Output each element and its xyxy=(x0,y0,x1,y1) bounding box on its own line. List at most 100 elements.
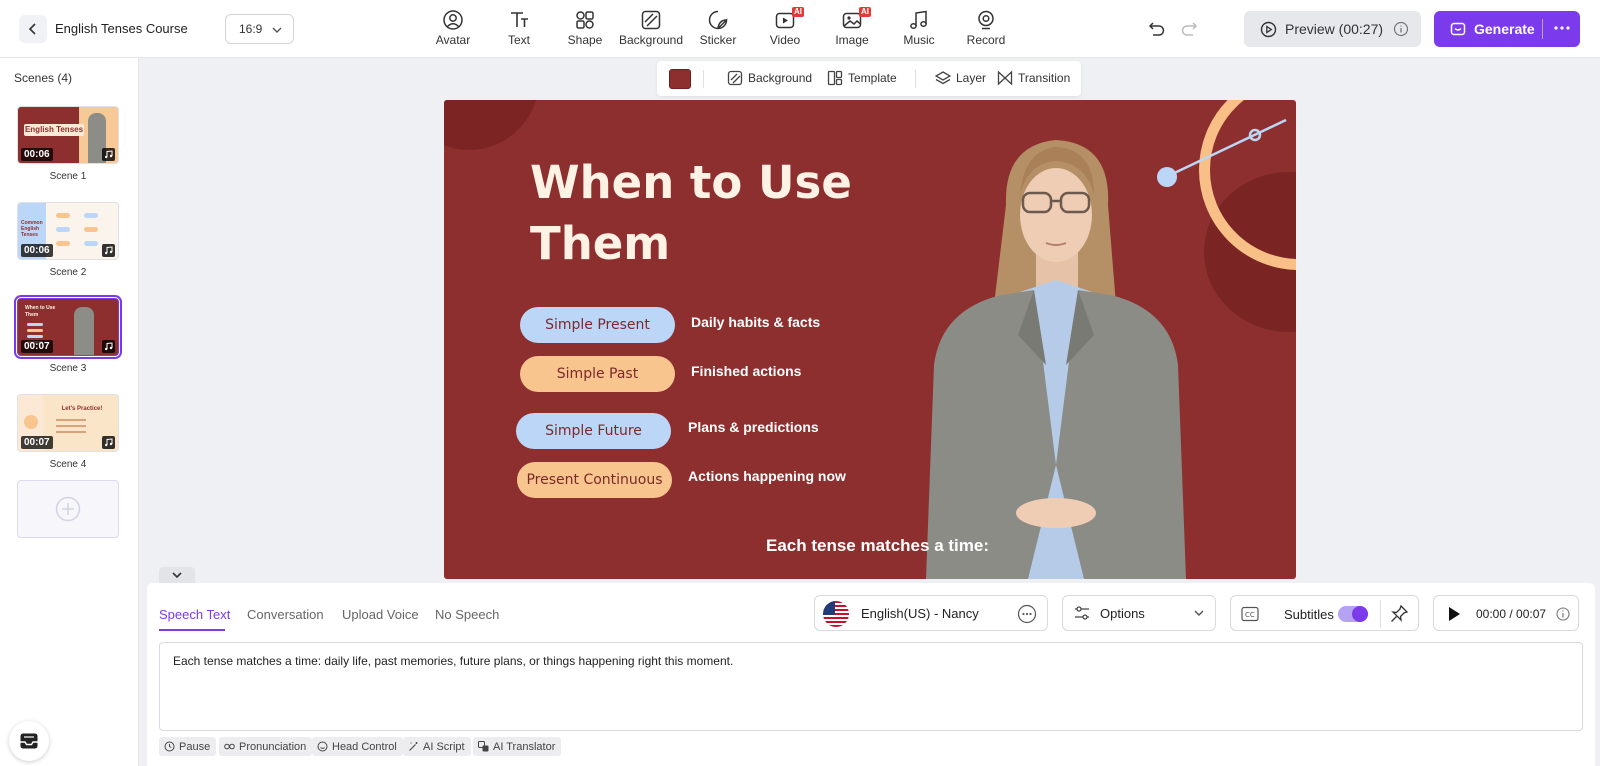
back-button[interactable] xyxy=(19,15,47,43)
tense-pill[interactable]: Present Continuous xyxy=(517,462,672,498)
info-icon[interactable] xyxy=(1556,607,1570,621)
speech-panel: Speech Text Conversation Upload Voice No… xyxy=(147,583,1595,766)
scene-label: Scene 1 xyxy=(49,171,87,182)
add-scene-button[interactable] xyxy=(17,480,119,538)
scene-item-1[interactable]: English Tenses 00:06 Scene 1 xyxy=(17,106,119,182)
scene-label: Scene 2 xyxy=(49,267,87,278)
divider xyxy=(1380,600,1381,628)
play-icon[interactable] xyxy=(1446,606,1462,622)
preview-label: Preview (00:27) xyxy=(1285,21,1384,37)
slide-title[interactable]: When to Use Them xyxy=(530,152,890,274)
layer-label: Layer xyxy=(956,71,987,85)
scene-thumbnail: Let's Practice! 00:07 xyxy=(17,394,119,452)
translate-icon xyxy=(478,741,489,752)
divider xyxy=(1542,19,1543,39)
music-note-icon xyxy=(102,340,115,353)
tool-text[interactable]: Text xyxy=(484,9,554,49)
thumb-title: When to Use Them xyxy=(25,305,56,318)
tool-background[interactable]: Background xyxy=(616,9,686,49)
music-note-icon xyxy=(102,148,115,161)
tool-label: Sticker xyxy=(699,33,737,47)
transition-button[interactable]: Transition xyxy=(997,70,1070,86)
record-icon xyxy=(978,10,994,30)
chevron-down-icon xyxy=(272,27,282,33)
project-title[interactable]: English Tenses Course xyxy=(55,21,188,36)
tense-pill[interactable]: Simple Past xyxy=(520,356,675,392)
generate-button[interactable]: Generate xyxy=(1434,11,1580,47)
tense-pill[interactable]: Simple Present xyxy=(520,307,675,343)
scene-duration: 00:06 xyxy=(21,148,53,161)
scene-panel: Scenes (4) English Tenses 00:06 Scene 1 … xyxy=(0,58,139,766)
tab-speech-text[interactable]: Speech Text xyxy=(159,607,230,622)
template-button[interactable]: Template xyxy=(827,70,897,86)
tool-sticker[interactable]: Sticker xyxy=(683,9,753,49)
more-horizontal-icon[interactable] xyxy=(1017,604,1037,624)
magic-wand-icon xyxy=(409,742,418,751)
music-note-icon xyxy=(102,244,115,257)
subtitles-toggle[interactable] xyxy=(1338,606,1368,622)
subtitle-caption[interactable]: Each tense matches a time: xyxy=(766,536,989,556)
shape-icon xyxy=(576,11,594,29)
scene-item-3[interactable]: When to Use Them 00:07 Scene 3 xyxy=(14,295,122,374)
active-tab-indicator xyxy=(159,629,225,631)
tool-image[interactable]: AI Image xyxy=(817,7,887,49)
speech-script-textarea[interactable]: Each tense matches a time: daily life, p… xyxy=(159,642,1583,731)
background-icon xyxy=(641,10,661,30)
options-dropdown[interactable]: Options xyxy=(1062,595,1216,631)
tool-avatar[interactable]: Avatar xyxy=(418,9,488,49)
head-control-chip[interactable]: Head Control xyxy=(312,737,403,756)
chip-label: Head Control xyxy=(332,740,397,753)
pronunciation-chip[interactable]: Pronunciation xyxy=(219,737,313,756)
background-label: Background xyxy=(748,71,813,85)
tab-upload-voice[interactable]: Upload Voice xyxy=(342,607,419,622)
thumb-title: English Tenses xyxy=(24,124,84,136)
music-icon xyxy=(910,10,927,29)
us-flag-icon xyxy=(823,601,849,627)
thumb-avatar xyxy=(74,307,94,355)
collapse-panel-button[interactable] xyxy=(159,567,195,583)
tab-conversation[interactable]: Conversation xyxy=(247,607,324,622)
background-color-swatch[interactable] xyxy=(669,69,691,89)
tool-record[interactable]: Record xyxy=(951,9,1021,49)
tool-video[interactable]: AI Video xyxy=(750,7,820,49)
tool-label: Music xyxy=(903,33,935,47)
aspect-ratio-select[interactable]: 16:9 xyxy=(225,14,294,44)
scene-item-2[interactable]: Common English Tenses 00:06 Scene 2 xyxy=(17,202,119,278)
ai-script-chip[interactable]: AI Script xyxy=(403,737,471,756)
tool-shape[interactable]: Shape xyxy=(550,9,620,49)
presenter-avatar[interactable] xyxy=(906,135,1206,579)
playback-time: 00:00 / 00:07 xyxy=(1476,607,1547,621)
scene-item-4[interactable]: Let's Practice! 00:07 Scene 4 xyxy=(17,394,119,470)
preview-button[interactable]: Preview (00:27) xyxy=(1244,11,1421,47)
tense-description[interactable]: Daily habits & facts xyxy=(691,314,820,330)
undo-icon[interactable] xyxy=(1146,19,1166,39)
divider xyxy=(915,70,916,88)
plus-circle-icon xyxy=(55,496,81,522)
tense-description[interactable]: Finished actions xyxy=(691,363,801,379)
slide-canvas[interactable]: When to Use Them Simple Present Daily ha… xyxy=(444,100,1296,579)
ai-translator-chip[interactable]: AI Translator xyxy=(473,737,562,756)
tense-description[interactable]: Plans & predictions xyxy=(688,419,819,435)
redo-icon[interactable] xyxy=(1180,19,1200,39)
tab-no-speech[interactable]: No Speech xyxy=(435,607,499,622)
thumb-title: Common English Tenses xyxy=(21,220,43,238)
pause-chip[interactable]: Pause xyxy=(159,737,217,756)
layer-button[interactable]: Layer xyxy=(935,70,986,86)
inbox-icon xyxy=(20,733,38,749)
tool-label: Background xyxy=(618,33,684,47)
more-options-button[interactable] xyxy=(1550,16,1574,40)
background-button[interactable]: Background xyxy=(727,70,812,86)
pin-icon[interactable] xyxy=(1389,604,1409,624)
tool-label: Shape xyxy=(567,33,603,47)
tool-label: Avatar xyxy=(435,33,471,47)
info-icon[interactable] xyxy=(1393,21,1409,37)
chevron-left-icon xyxy=(28,23,36,35)
inbox-button[interactable] xyxy=(9,721,49,761)
ai-badge: AI xyxy=(859,7,871,17)
tool-label: Text xyxy=(507,33,530,47)
text-icon xyxy=(511,12,528,27)
tense-pill[interactable]: Simple Future xyxy=(516,413,671,449)
tense-description[interactable]: Actions happening now xyxy=(688,468,846,484)
voice-select[interactable]: English(US) - Nancy xyxy=(814,595,1048,631)
tool-music[interactable]: Music xyxy=(884,9,954,49)
